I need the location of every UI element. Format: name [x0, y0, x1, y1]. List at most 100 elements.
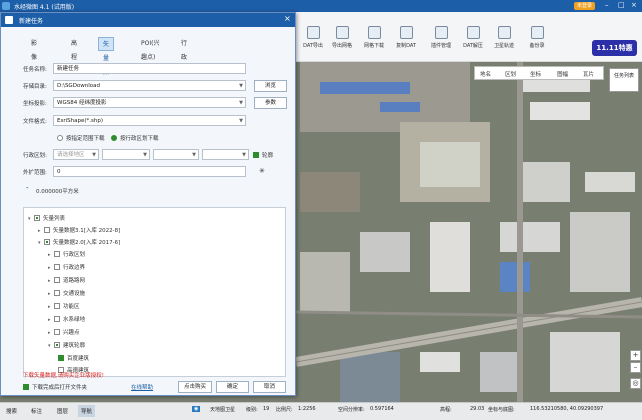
promo-badge[interactable]: 11.11特惠 — [592, 40, 637, 56]
buy-button[interactable]: 点击购买 — [178, 381, 212, 393]
leaf-check-on[interactable] — [58, 355, 64, 361]
collapse-icon[interactable]: ⌃ — [25, 187, 30, 193]
close-icon[interactable]: × — [631, 1, 637, 9]
copy-icon — [399, 26, 413, 39]
tree-check[interactable] — [44, 239, 50, 245]
tree-node-roads[interactable]: ▸ 道路路网 — [48, 276, 85, 284]
map-tab-placename[interactable]: 地名 — [480, 70, 491, 78]
map-tab-sheet[interactable]: 图幅 — [557, 70, 568, 78]
status-tab-mark[interactable]: 标注 — [28, 405, 45, 417]
browse-button[interactable]: 浏览 — [254, 80, 287, 92]
radio-range[interactable]: 按指定范围下载 — [57, 134, 105, 142]
toolbar-grid-download[interactable]: 网格下载 — [361, 26, 387, 49]
status-tab-search[interactable]: 搜索 — [3, 405, 20, 417]
dialog-close-icon[interactable]: × — [284, 14, 291, 23]
tab-poi[interactable]: POI(兴趣点) — [137, 37, 163, 61]
params-button[interactable]: 参数 — [254, 97, 287, 109]
elev-value: 29.03 — [470, 406, 485, 412]
vector-tree[interactable]: ▾ 矢量列表 ▸ 矢量数据3.1[入库 2022-8] ▾ 矢量数据2.0[入库 20… — [23, 207, 286, 377]
open-folder-check-icon — [23, 384, 29, 390]
toolbar-dat-unzip[interactable]: DAT解压 — [460, 26, 486, 49]
dialog-titlebar: 新建任务 × — [1, 13, 295, 27]
tree-check[interactable] — [34, 215, 40, 221]
tree-check[interactable] — [44, 227, 50, 233]
tab-vector[interactable]: 矢量数据 — [98, 37, 115, 90]
toolbar-backup[interactable]: 备份录 — [524, 26, 550, 49]
res-value: 0.597164 — [370, 406, 394, 412]
unzip-icon — [466, 26, 480, 39]
status-bar: 搜索 标注 图层 导航 ◉ 天地图卫星 级别: 19 比例尺: 1:2256 空… — [0, 402, 642, 420]
map-tab-coord[interactable]: 坐标 — [530, 70, 541, 78]
tree-node-admin[interactable]: ▸ 行政区划 — [48, 250, 85, 258]
open-folder-checkbox[interactable]: 下载完成后打开文件夹 — [23, 383, 87, 391]
elev-label: 高程: — [440, 407, 452, 413]
dialog-icon — [5, 16, 13, 24]
level-value: 19 — [263, 406, 270, 412]
tree-node-poi[interactable]: ▸ 兴趣点 — [48, 328, 80, 336]
basemap-source: 天地图卫星 — [210, 407, 236, 413]
app-titlebar: 水经微图 4.1 (试用版) 未登录 – □ × — [0, 0, 642, 12]
coord-readout: 116.53210580, 40.09290397 — [530, 406, 604, 412]
tree-node-building[interactable]: ▾ 建筑轮廓 — [48, 341, 85, 349]
tab-elevation[interactable]: 高程 — [67, 37, 81, 61]
radio-region-icon — [111, 135, 117, 141]
tree-node-transport[interactable]: ▸ 交通设施 — [48, 289, 85, 297]
status-tab-nav[interactable]: 导航 — [78, 405, 96, 417]
buffer-field[interactable]: 0 — [53, 166, 246, 177]
tree-leaf-baidu[interactable]: 百度建筑 — [58, 354, 89, 362]
export-icon — [306, 26, 320, 39]
map-tab-tile[interactable]: 瓦片 — [583, 70, 594, 78]
locate-icon[interactable]: ◎ — [630, 378, 641, 389]
task-list-button[interactable]: 任务列表 — [609, 68, 639, 92]
task-name-label: 任务名称: — [23, 67, 47, 73]
save-dir-field[interactable]: D:\SGDownload — [53, 80, 246, 91]
outline-check-icon — [253, 152, 259, 158]
status-tab-layer[interactable]: 图层 — [54, 405, 71, 417]
format-label: 文件格式: — [23, 119, 47, 125]
app-title: 水经微图 4.1 (试用版) — [14, 4, 75, 11]
toolbar-copy-dat[interactable]: 复制DAT — [393, 26, 419, 49]
tree-node-function[interactable]: ▸ 功能区 — [48, 302, 80, 310]
tree-node-v31[interactable]: ▸ 矢量数据3.1[入库 2022-8] — [38, 226, 120, 234]
res-label: 空间分辨率: — [338, 407, 365, 413]
zoom-out-button[interactable]: – — [630, 362, 641, 373]
toolbar-satellite[interactable]: 卫星轨迹 — [491, 26, 517, 49]
outline-checkbox[interactable]: 轮廓 — [253, 151, 273, 159]
license-warning: 下载矢量数据,请购买企业版授权! — [23, 373, 104, 379]
region-select-1[interactable]: 请选择地区 — [53, 149, 99, 160]
region-select-4[interactable] — [202, 149, 249, 160]
plugin-icon — [434, 26, 448, 39]
minimize-icon[interactable]: – — [605, 1, 609, 9]
region-select-2[interactable] — [102, 149, 150, 160]
ok-button[interactable]: 确定 — [216, 381, 249, 393]
level-label: 级别: — [246, 407, 258, 413]
grid-icon — [335, 26, 349, 39]
satellite-icon — [497, 26, 511, 39]
zoom-in-button[interactable]: + — [630, 350, 641, 361]
radio-range-icon — [57, 135, 63, 141]
format-select[interactable]: EsriShape(*.shp) — [53, 115, 246, 126]
cancel-button[interactable]: 取消 — [253, 381, 286, 393]
tree-node-water[interactable]: ▸ 水系绿地 — [48, 315, 85, 323]
login-button[interactable]: 未登录 — [574, 2, 595, 10]
toolbar-plugins[interactable]: 插件管理 — [428, 26, 454, 49]
region-select-3[interactable] — [153, 149, 199, 160]
online-help-link[interactable]: 在线帮助 — [131, 383, 153, 391]
tab-admin[interactable]: 行政区划 — [177, 37, 191, 89]
tab-imagery[interactable]: 影像 — [27, 37, 41, 61]
radio-region[interactable]: 按行政区划下载 — [111, 134, 159, 142]
new-task-dialog: 新建任务 × 影像 高程 矢量数据 POI(兴趣点) 行政区划 任务名称: 新建… — [0, 12, 296, 396]
toolbar-dat-export[interactable]: DAT导出 — [300, 26, 326, 49]
map-tab-region[interactable]: 区划 — [505, 70, 516, 78]
maximize-icon[interactable]: □ — [618, 1, 625, 9]
coord-readout-label: 坐标与底图: — [488, 407, 515, 413]
task-name-field[interactable]: 新建任务 — [53, 63, 246, 74]
tree-node-boundary[interactable]: ▸ 行政边界 — [48, 263, 85, 271]
tree-node-v20[interactable]: ▾ 矢量数据2.0[入库 2017-6] — [38, 238, 120, 246]
coord-select[interactable]: WGS84 经纬度投影 — [53, 97, 246, 108]
backup-icon — [530, 26, 544, 39]
toolbar-export-grid[interactable]: 导出网格 — [329, 26, 355, 49]
buffer-settings-icon[interactable]: ✳ — [259, 167, 265, 175]
satellite-chip[interactable]: ◉ — [192, 406, 201, 412]
tree-root[interactable]: ▾ 矢量列表 — [28, 214, 65, 222]
